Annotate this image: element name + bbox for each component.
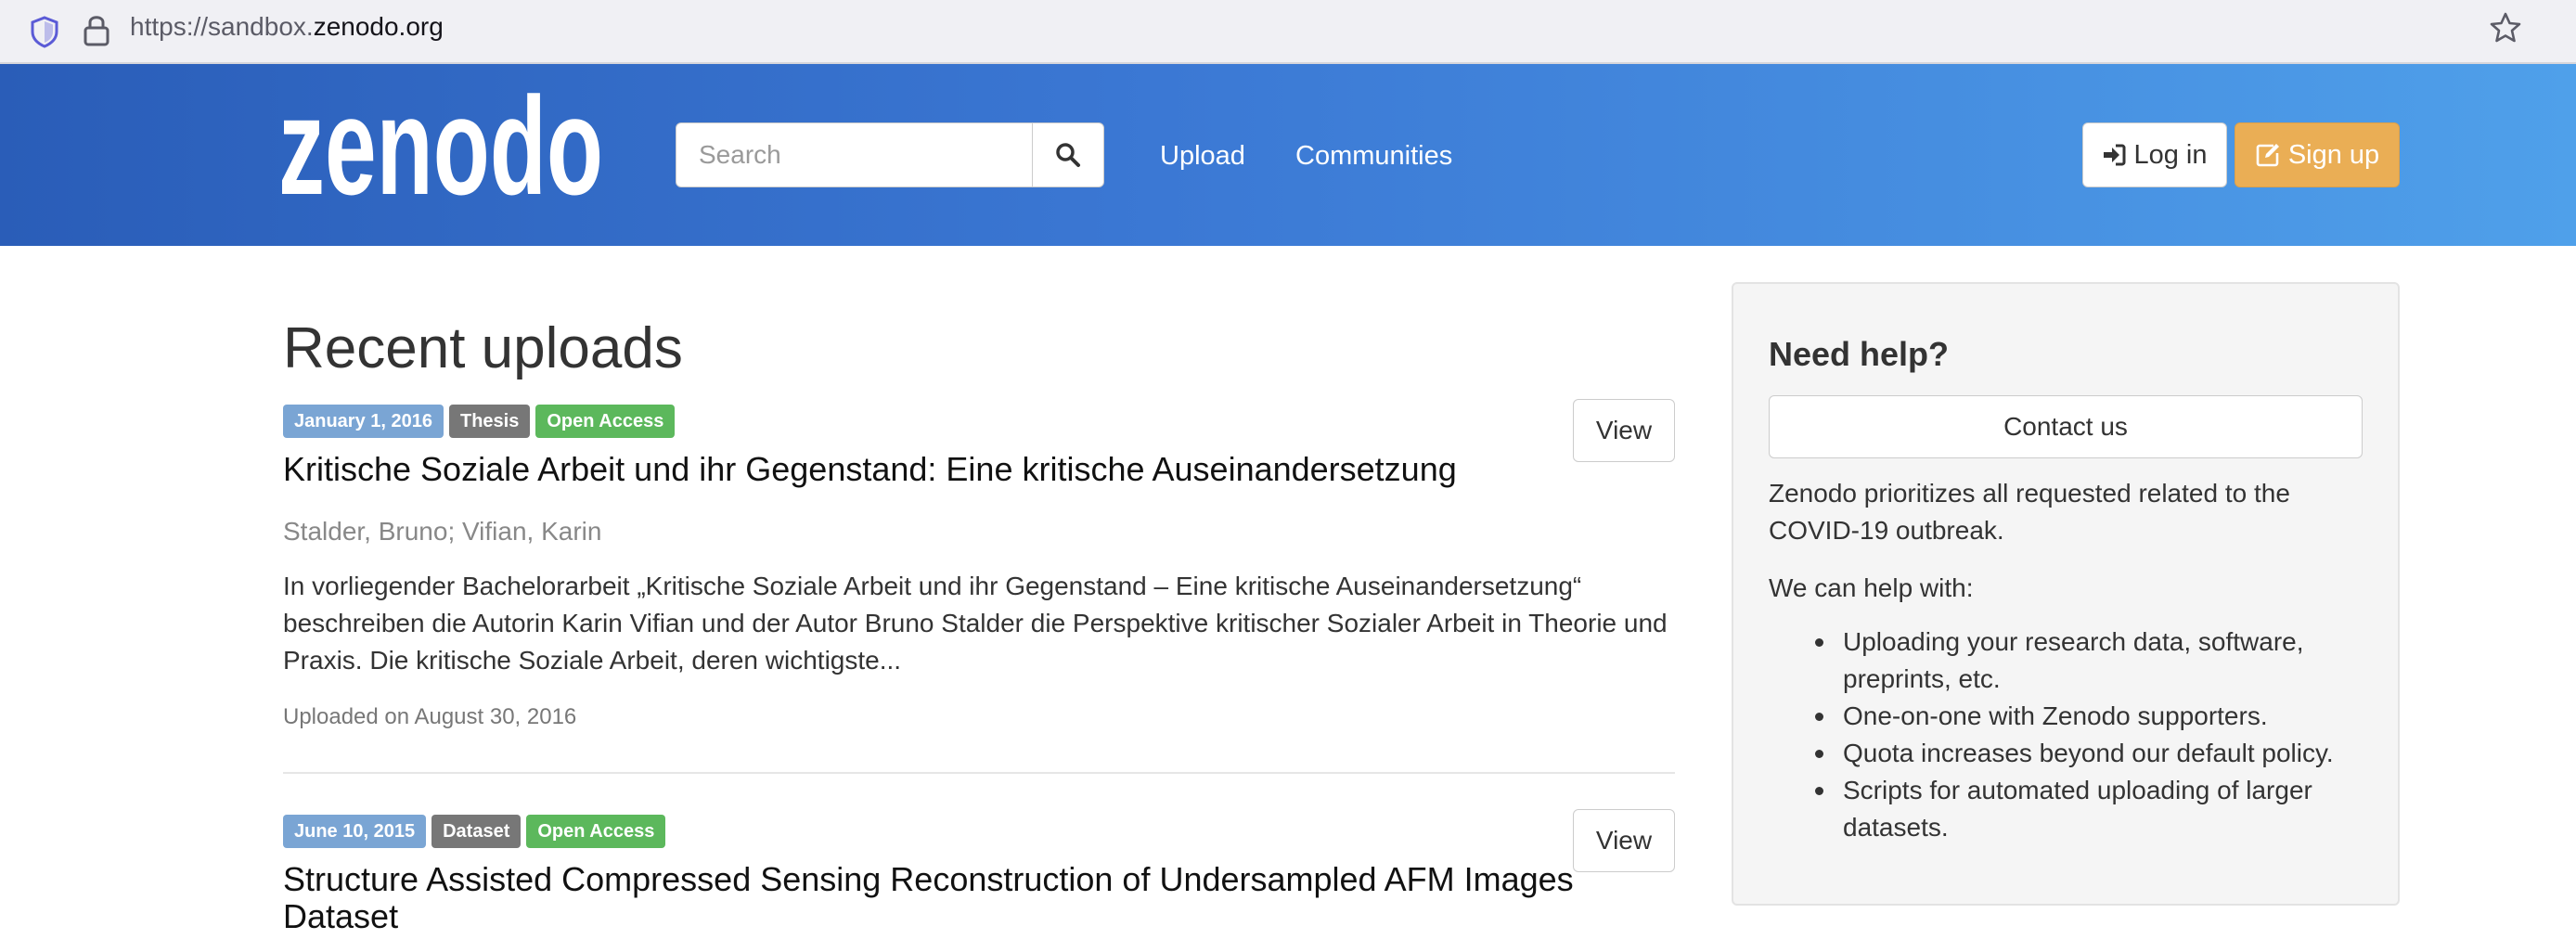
help-title: Need help? <box>1769 335 1950 373</box>
date-badge: January 1, 2016 <box>283 405 444 438</box>
nav-communities-link[interactable]: Communities <box>1295 140 1452 172</box>
bookmark-star-icon[interactable] <box>2487 9 2524 46</box>
help-subtitle: We can help with: <box>1769 573 1974 602</box>
page-title: Recent uploads <box>283 316 683 380</box>
zenodo-logo[interactable]: zenodo <box>278 90 608 211</box>
search-input[interactable] <box>676 122 1034 187</box>
search-button[interactable] <box>1032 122 1104 187</box>
type-badge: Thesis <box>449 405 531 438</box>
help-panel: Need help? Contact us Zenodo prioritizes… <box>1732 282 2400 906</box>
edit-icon <box>2256 144 2279 167</box>
record-authors: Stalder, Bruno; Vifian, Karin <box>283 517 602 546</box>
lock-icon[interactable] <box>80 11 113 48</box>
sign-in-icon <box>2104 144 2126 166</box>
view-button[interactable]: View <box>1573 399 1675 462</box>
record-description: In vorliegender Bachelorarbeit „Kritisch… <box>283 572 1668 675</box>
record-item: June 10, 2015 Dataset Open Access View S… <box>283 809 1675 939</box>
record-badges: January 1, 2016 Thesis Open Access <box>283 405 676 438</box>
help-text: Zenodo prioritizes all requested related… <box>1769 479 2290 545</box>
record-title-link[interactable]: Kritische Soziale Arbeit und ihr Gegenst… <box>283 451 1517 488</box>
login-label: Log in <box>2133 139 2208 170</box>
list-item: One-on-one with Zenodo supporters. <box>1815 698 2363 735</box>
date-badge: June 10, 2015 <box>283 815 427 848</box>
record-divider <box>283 772 1675 774</box>
contact-us-button[interactable]: Contact us <box>1769 395 2363 458</box>
nav-upload-link[interactable]: Upload <box>1160 140 1245 172</box>
type-badge: Dataset <box>431 815 522 848</box>
shield-icon[interactable] <box>26 13 63 50</box>
site-header: zenodo Upload Communities Log in Sign up <box>0 64 2576 246</box>
help-list: Uploading your research data, software, … <box>1815 624 2363 846</box>
signup-label: Sign up <box>2287 139 2380 170</box>
list-item: Uploading your research data, software, … <box>1815 624 2363 698</box>
url-domain: zenodo.org <box>313 12 444 41</box>
browser-url-bar: https://sandbox.zenodo.org <box>0 0 2576 64</box>
search-form <box>676 122 1104 187</box>
record-item: January 1, 2016 Thesis Open Access View … <box>283 399 1675 776</box>
url-prefix: https://sandbox. <box>130 12 314 41</box>
signup-button[interactable]: Sign up <box>2235 122 2400 187</box>
url-text[interactable]: https://sandbox.zenodo.org <box>130 12 444 42</box>
login-button[interactable]: Log in <box>2082 122 2227 187</box>
svg-text:zenodo: zenodo <box>278 90 603 211</box>
search-icon <box>1056 143 1080 167</box>
access-badge: Open Access <box>535 405 676 438</box>
list-item: Quota increases beyond our default polic… <box>1815 735 2363 772</box>
record-upload-date: Uploaded on August 30, 2016 <box>283 704 577 729</box>
access-badge: Open Access <box>526 815 666 848</box>
list-item: Scripts for automated uploading of large… <box>1815 772 2363 846</box>
record-title-link[interactable]: Structure Assisted Compressed Sensing Re… <box>283 861 1601 935</box>
record-badges: June 10, 2015 Dataset Open Access <box>283 815 666 848</box>
